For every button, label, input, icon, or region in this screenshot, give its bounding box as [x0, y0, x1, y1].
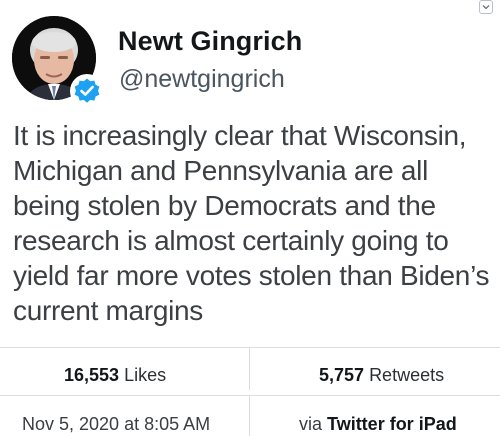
tweet-text: It is increasingly clear that Wisconsin,…: [13, 120, 490, 326]
likes-stat[interactable]: 16,553 Likes: [64, 365, 166, 386]
source-link[interactable]: Twitter for iPad: [327, 414, 457, 434]
meta-vertical-divider: [249, 396, 250, 436]
retweets-count: 5,757: [319, 365, 365, 385]
avatar-container[interactable]: [12, 16, 104, 108]
author-name[interactable]: Newt Gingrich: [118, 26, 302, 57]
retweets-stat[interactable]: 5,757 Retweets: [319, 365, 444, 386]
verified-badge-icon: [70, 74, 104, 108]
author-handle[interactable]: @newtgingrich: [119, 65, 285, 94]
stats-top-divider: [0, 347, 500, 348]
stats-vertical-divider: [249, 348, 250, 390]
via-label: via: [299, 414, 323, 434]
timestamp[interactable]: Nov 5, 2020 at 8:05 AM: [22, 414, 210, 435]
likes-label: Likes: [124, 365, 167, 385]
retweets-label: Retweets: [369, 365, 445, 385]
tweet-card: Newt Gingrich @newtgingrich It is increa…: [0, 0, 500, 436]
meta-top-divider: [0, 395, 500, 396]
likes-count: 16,553: [64, 365, 120, 385]
more-options-chevron-icon[interactable]: [479, 0, 493, 14]
source-info: via Twitter for iPad: [299, 414, 457, 435]
